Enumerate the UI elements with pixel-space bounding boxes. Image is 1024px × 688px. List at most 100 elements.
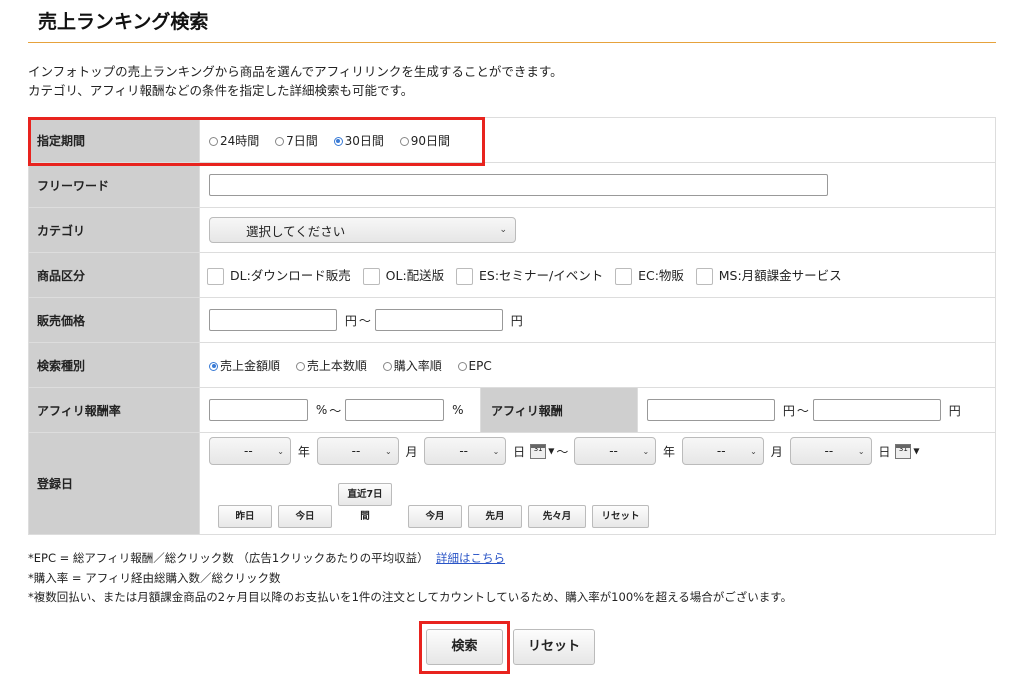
- product-type-dl[interactable]: DL:ダウンロード販売: [207, 268, 351, 285]
- affiliate-rate-min-input[interactable]: [209, 399, 308, 421]
- period-option-90d[interactable]: 90日間: [399, 134, 450, 148]
- yesterday-button[interactable]: 昨日: [218, 505, 272, 528]
- calendar-dropdown-icon[interactable]: ▼: [548, 447, 554, 456]
- period-label: 指定期間: [28, 117, 200, 163]
- date-reset-button[interactable]: リセット: [592, 505, 649, 528]
- two-months-ago-button[interactable]: 先々月: [528, 505, 586, 528]
- period-option-24h[interactable]: 24時間: [209, 134, 259, 148]
- chevron-down-icon: ⌄: [499, 225, 507, 235]
- affiliate-reward-label: アフィリ報酬: [480, 387, 638, 433]
- title-divider: [28, 42, 996, 43]
- period-option-label: 30日間: [344, 133, 384, 148]
- radio-icon[interactable]: [209, 136, 218, 146]
- keyword-input[interactable]: [209, 174, 828, 196]
- day-unit: 日: [513, 444, 526, 459]
- last-7-days-button-overflow-text[interactable]: 間: [338, 505, 392, 528]
- product-type-option-label: DL:ダウンロード販売: [230, 268, 351, 283]
- reg-date-selectors: -- ⌄ 年 -- ⌄ 月 -- ⌄ 日 31 ▼ 〜 -- ⌄ 年 -- ⌄ 月 -- ⌄ 日3…: [209, 437, 995, 469]
- affiliate-reward-max-input[interactable]: [812, 399, 941, 421]
- period-option-30d[interactable]: 30日間: [333, 133, 384, 148]
- sort-option-label: 売上金額順: [220, 358, 281, 373]
- product-type-label: 商品区分: [28, 252, 200, 298]
- affiliate-row: アフィリ報酬率 % 〜 % アフィリ報酬 円〜 円: [28, 387, 996, 433]
- radio-icon[interactable]: [399, 136, 409, 146]
- period-row: 指定期間 24時間 7日間 30日間 90日間: [28, 117, 996, 163]
- product-type-row: 商品区分 DL:ダウンロード販売 OL:配送版 ES:セミナー/イベント EC:…: [28, 252, 996, 298]
- radio-icon[interactable]: [382, 361, 392, 371]
- select-value: --: [351, 444, 361, 458]
- product-type-es[interactable]: ES:セミナー/イベント: [455, 268, 604, 285]
- from-day-select[interactable]: -- ⌄: [424, 437, 507, 465]
- product-type-option-label: OL:配送版: [385, 268, 445, 283]
- affiliate-rate-max-input[interactable]: [345, 399, 445, 421]
- sort-option-label: 売上本数順: [306, 358, 367, 373]
- calendar-icon[interactable]: 31: [530, 443, 547, 459]
- product-type-option-label: ES:セミナー/イベント: [478, 268, 604, 283]
- product-type-ol[interactable]: OL:配送版: [362, 268, 445, 285]
- product-type-option-label: EC:物販: [638, 268, 684, 283]
- radio-icon[interactable]: [275, 136, 285, 146]
- to-month-select[interactable]: -- ⌄: [681, 437, 764, 465]
- intro-line-1: インフォトップの売上ランキングから商品を選んでアフィリリンクを生成することができ…: [28, 64, 563, 79]
- this-month-button[interactable]: 今月: [408, 505, 462, 528]
- quick-date-buttons: 昨日 今日 直近7日 間 今月 先月 先々月 リセット: [209, 473, 995, 529]
- rate-note: *購入率 = アフィリ経由総購入数／総クリック数: [28, 570, 281, 585]
- category-select[interactable]: 選択してください ⌄: [209, 217, 516, 243]
- checkbox-icon[interactable]: [615, 268, 633, 285]
- checkbox-icon[interactable]: [362, 268, 380, 285]
- sort-option-sales-amount[interactable]: 売上金額順: [209, 359, 280, 373]
- reset-button[interactable]: リセット: [513, 629, 595, 665]
- sort-option-epc[interactable]: EPC: [457, 359, 492, 373]
- checkbox-icon[interactable]: [455, 268, 473, 285]
- sort-option-conversion[interactable]: 購入率順: [382, 358, 442, 373]
- calendar-dropdown-icon[interactable]: ▼: [913, 447, 919, 456]
- radio-icon[interactable]: [457, 361, 467, 371]
- period-option-7d[interactable]: 7日間: [275, 134, 318, 148]
- month-unit: 月: [770, 444, 783, 459]
- checkbox-icon[interactable]: [695, 268, 713, 285]
- period-radio-group: 24時間 7日間 30日間 90日間: [209, 134, 462, 148]
- select-value: --: [716, 444, 726, 458]
- affiliate-reward-min-input[interactable]: [647, 399, 775, 421]
- to-day-select[interactable]: -- ⌄: [789, 437, 872, 465]
- year-unit: 年: [297, 444, 310, 459]
- chevron-down-icon: ⌄: [750, 446, 757, 456]
- chevron-down-icon: ⌄: [857, 446, 865, 456]
- from-month-select[interactable]: -- ⌄: [316, 437, 399, 465]
- radio-selected-icon[interactable]: [209, 361, 218, 371]
- epc-note-text: *EPC = 総アフィリ報酬／総クリック数 （広告1クリックあたりの平均収益）: [28, 551, 429, 565]
- last-month-button[interactable]: 先月: [468, 505, 522, 528]
- epc-details-link[interactable]: 詳細はこちら: [436, 551, 505, 565]
- product-type-ec[interactable]: EC:物販: [615, 268, 684, 285]
- checkbox-icon[interactable]: [207, 268, 224, 285]
- product-type-ms[interactable]: MS:月額課金サービス: [695, 268, 842, 285]
- period-option-label: 24時間: [220, 133, 260, 148]
- calendar-icon[interactable]: 31: [895, 443, 912, 459]
- period-option-label: 7日間: [286, 133, 318, 148]
- affiliate-rate-max-unit: %: [452, 403, 464, 417]
- price-min-input[interactable]: [209, 309, 337, 331]
- radio-icon[interactable]: [295, 361, 305, 371]
- intro-text: インフォトップの売上ランキングから商品を選んでアフィリリンクを生成することができ…: [28, 62, 563, 100]
- reg-date-row: 登録日 -- ⌄ 年 -- ⌄ 月 -- ⌄ 日 31 ▼ 〜 -- ⌄ 年 -- ⌄ 月 --…: [28, 432, 996, 535]
- chevron-down-icon: ⌄: [492, 446, 500, 456]
- price-label: 販売価格: [28, 297, 200, 343]
- epc-note: *EPC = 総アフィリ報酬／総クリック数 （広告1クリックあたりの平均収益） …: [28, 549, 792, 569]
- sort-label: 検索種別: [28, 342, 200, 388]
- search-form-table: 指定期間 24時間 7日間 30日間 90日間 フリーワード カテゴリ 選択して…: [28, 117, 996, 535]
- category-label: カテゴリ: [28, 207, 200, 253]
- to-year-select[interactable]: -- ⌄: [574, 437, 657, 465]
- radio-selected-icon[interactable]: [333, 136, 343, 146]
- notes: *EPC = 総アフィリ報酬／総クリック数 （広告1クリックあたりの平均収益） …: [28, 549, 792, 608]
- select-value: --: [609, 444, 618, 458]
- price-max-input[interactable]: [374, 309, 503, 331]
- affiliate-rate-label: アフィリ報酬率: [28, 387, 200, 433]
- search-button[interactable]: 検索: [426, 629, 503, 665]
- product-type-option-label: MS:月額課金サービス: [718, 268, 842, 283]
- sort-option-label: 購入率順: [393, 358, 442, 373]
- sort-option-sales-count[interactable]: 売上本数順: [295, 358, 367, 373]
- affiliate-reward-tilde: 〜: [796, 403, 809, 418]
- last-7-days-button[interactable]: 直近7日: [338, 483, 392, 506]
- from-year-select[interactable]: -- ⌄: [209, 437, 291, 465]
- today-button[interactable]: 今日: [278, 505, 332, 528]
